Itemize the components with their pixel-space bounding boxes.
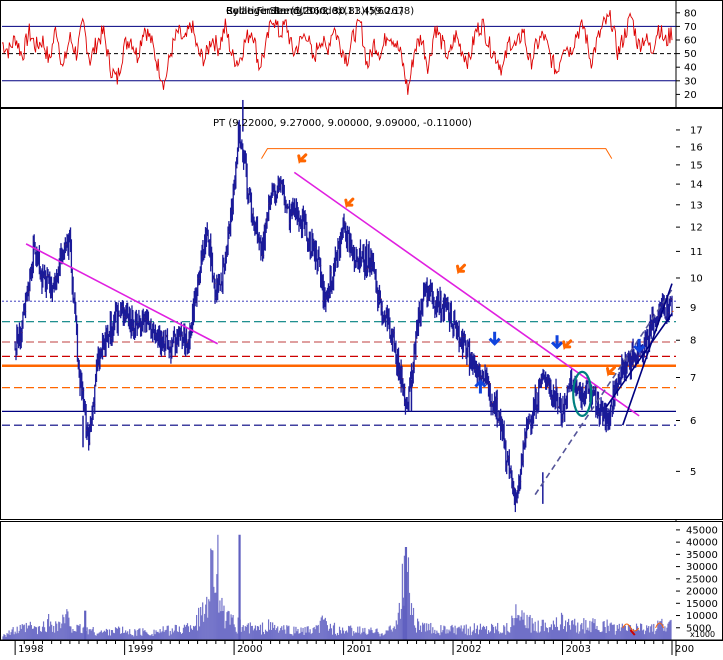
indicator-title: Bollinger Band(20, 2.0): [226, 6, 342, 17]
indicator-y-tick-label: 80: [684, 8, 697, 19]
price-y-tick-label: 7: [690, 373, 696, 384]
volume-y-tick-label: 45000: [686, 525, 718, 536]
indicator-y-tick-label: 40: [684, 63, 697, 74]
price-y-tick-label: 5: [690, 467, 696, 478]
indicator-y-tick-label: 60: [684, 36, 697, 47]
volume-y-tick-label: 15000: [686, 599, 718, 610]
volume-panel: 45000 40000350003000025000 200001500010000…: [0, 521, 723, 641]
volume-y-tick-label: 20000: [686, 587, 718, 598]
indicator-y-tick-label: 50: [684, 49, 697, 60]
x-tick-label: 2001: [347, 644, 372, 655]
price-y-tick-label: 10: [690, 273, 703, 284]
x-tick-label: 1999: [128, 644, 153, 655]
price-y-tick-label: 6: [690, 416, 696, 427]
price-y-tick-label: 15: [690, 160, 703, 171]
x-tick-label: 2003: [566, 644, 591, 655]
price-y-tick-label: 8: [690, 336, 696, 347]
x-tick-label: 2000: [237, 644, 262, 655]
x-tick-label: 200: [675, 644, 694, 655]
price-y-tick-label: 13: [690, 200, 703, 211]
price-y-tick-label: 16: [690, 142, 703, 153]
volume-y-tick-label: 25000: [686, 574, 718, 585]
chart-canvas: 80706050403020Cycle Finder (5, 360, 30.8…: [0, 0, 723, 656]
price-subtitle: PT (9.22000, 9.27000, 9.00000, 9.09000, …: [213, 118, 472, 129]
indicator-y-tick-label: 20: [684, 90, 697, 101]
volume-y-tick-label: 35000: [686, 550, 718, 561]
volume-y-tick-label: 10000: [686, 611, 718, 622]
x-axis: 1998 1999 2000 2001 2002 2003 200: [0, 639, 723, 655]
price-y-tick-label: 9: [690, 303, 696, 314]
x-tick-label: 1998: [18, 644, 43, 655]
volume-unit-label: x1000: [690, 630, 715, 639]
price-y-tick-label: 11: [690, 247, 703, 258]
volume-y-tick-label: 30000: [686, 562, 718, 573]
volume-y-tick-label: 40000: [686, 538, 718, 549]
price-frame: [0, 108, 723, 520]
price-panel: 17 16 15 14 13 12 11 10 9 8 7 6 5 PT (9.22000, 9.2700…: [0, 99, 723, 520]
volume-frame: [0, 521, 723, 641]
chart-window: 80 70 60 50 40 30 20 Cycle Finder (5, 360, 30.8…: [0, 0, 723, 656]
indicator-y-tick-label: 70: [684, 22, 697, 33]
price-y-tick-label: 12: [690, 223, 703, 234]
price-y-tick-label: 14: [690, 180, 703, 191]
indicator-y-tick-label: 30: [684, 76, 697, 87]
price-y-tick-label: 17: [690, 125, 703, 136]
x-tick-label: 2002: [456, 644, 481, 655]
